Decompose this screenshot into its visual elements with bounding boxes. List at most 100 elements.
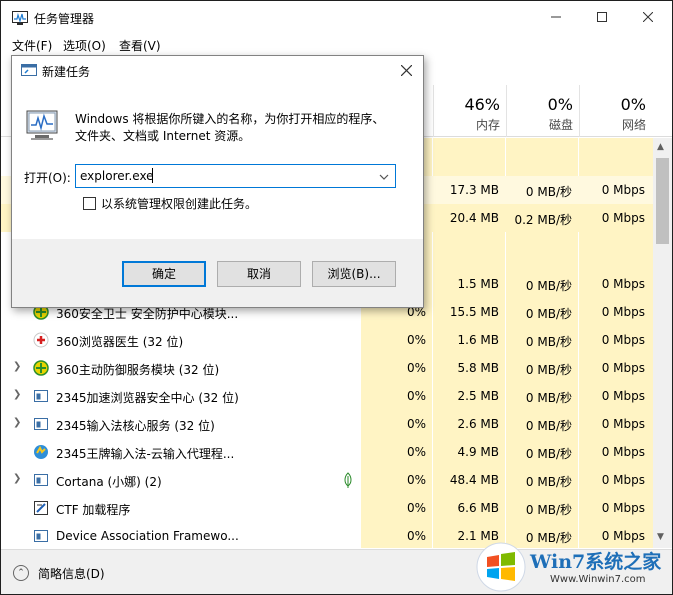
row-cpu: 0%: [406, 417, 426, 431]
col-memory[interactable]: 46% 内存: [433, 85, 506, 137]
row-memory: 1.6 MB: [457, 333, 499, 347]
minimize-button[interactable]: [533, 1, 579, 33]
watermark: Win7系统之家 Www.Winwin7.com: [475, 541, 671, 593]
row-network: 0 Mbps: [601, 501, 645, 515]
menu-view[interactable]: 查看(V): [119, 37, 161, 54]
process-name: 360浏览器医生 (32 位): [56, 335, 184, 349]
maximize-icon: [597, 12, 607, 22]
row-memory: 20.4 MB: [449, 211, 499, 225]
windows-logo-icon: [476, 542, 526, 592]
network-label: 网络: [621, 118, 646, 132]
row-cpu: 0%: [406, 445, 426, 459]
process-name: Device Association Framewo...: [56, 529, 239, 543]
row-disk: 0 MB/秒: [525, 447, 572, 461]
open-combobox[interactable]: [75, 164, 396, 188]
row-memory: 4.9 MB: [457, 445, 499, 459]
menu-bar: 文件(F) 选项(O) 查看(V): [1, 35, 672, 55]
row-cpu: 0%: [406, 333, 426, 347]
minimize-icon: [551, 16, 561, 18]
table-row[interactable]: CTF 加载程序 0% 6.6 MB 0 MB/秒 0 Mbps: [1, 494, 653, 522]
vertical-scrollbar[interactable]: ▲ ▼: [653, 138, 672, 548]
row-disk: 0 MB/秒: [525, 307, 572, 321]
fewer-details-link[interactable]: 简略信息(D): [38, 565, 105, 582]
close-icon: [643, 12, 653, 22]
dialog-title: 新建任务: [42, 65, 91, 79]
watermark-url: Www.Winwin7.com: [550, 574, 646, 585]
table-row[interactable]: ❯ Cortana (小娜) (2) 0% 48.4 MB 0 MB/秒 0 M…: [1, 466, 653, 494]
browser-doctor-icon: [33, 332, 49, 348]
process-name: 2345王牌输入法-云输入代理程...: [56, 447, 235, 461]
chevron-up-icon[interactable]: ⌃: [13, 565, 29, 581]
dialog-title-bar: 新建任务: [12, 56, 423, 85]
open-input[interactable]: [80, 168, 370, 184]
table-row[interactable]: ❯ 360主动防御服务模块 (32 位) 0% 5.8 MB 0 MB/秒 0 …: [1, 354, 653, 382]
dialog-close-button[interactable]: [394, 60, 418, 82]
process-name: 2345输入法核心服务 (32 位): [56, 419, 215, 433]
process-name: 360主动防御服务模块 (32 位): [56, 363, 220, 377]
expand-chevron-icon[interactable]: ❯: [13, 389, 21, 400]
memory-label: 内存: [475, 118, 500, 132]
table-row[interactable]: 2345王牌输入法-云输入代理程... 0% 4.9 MB 0 MB/秒 0 M…: [1, 438, 653, 466]
window-title: 任务管理器: [34, 12, 95, 26]
row-network: 0 Mbps: [601, 445, 645, 459]
row-network: 0 Mbps: [601, 389, 645, 403]
expand-chevron-icon[interactable]: ❯: [13, 417, 21, 428]
service-window-icon: [34, 474, 48, 486]
admin-privilege-checkbox[interactable]: [83, 197, 96, 210]
dialog-body: Windows 将根据你所键入的名称，为你打开相应的程序、 文件夹、文档或 In…: [12, 85, 423, 239]
chevron-down-icon[interactable]: [379, 172, 389, 182]
input-method-icon: [34, 445, 48, 459]
watermark-text: Win7系统之家: [530, 551, 662, 573]
browse-button[interactable]: 浏览(B)...: [312, 261, 396, 287]
row-network: 0 Mbps: [601, 211, 645, 225]
disk-label: 磁盘: [548, 118, 573, 132]
expand-chevron-icon[interactable]: ❯: [13, 473, 21, 484]
cancel-button[interactable]: 取消: [217, 261, 301, 287]
scroll-thumb[interactable]: [656, 158, 669, 244]
table-row[interactable]: 360浏览器医生 (32 位) 0% 1.6 MB 0 MB/秒 0 Mbps: [1, 326, 653, 354]
service-window-icon: [34, 390, 48, 402]
col-disk[interactable]: 0% 磁盘: [506, 85, 579, 137]
table-row[interactable]: ❯ 2345输入法核心服务 (32 位) 0% 2.6 MB 0 MB/秒 0 …: [1, 410, 653, 438]
ok-button[interactable]: 确定: [122, 261, 206, 287]
row-disk: 0 MB/秒: [525, 335, 572, 349]
service-window-icon: [34, 418, 48, 430]
admin-privilege-label[interactable]: 以系统管理权限创建此任务。: [101, 195, 257, 212]
row-disk: 0 MB/秒: [525, 363, 572, 377]
close-button[interactable]: [625, 1, 671, 33]
open-label: 打开(O):: [24, 171, 71, 185]
menu-options[interactable]: 选项(O): [63, 37, 106, 54]
row-cpu: 0%: [406, 473, 426, 487]
new-task-dialog: 新建任务 Windows 将根据你所键入的名称，为你打开相应的程序、 文件夹、文…: [11, 55, 424, 308]
row-network: 0 Mbps: [601, 417, 645, 431]
row-memory: 5.8 MB: [457, 361, 499, 375]
row-network: 0 Mbps: [601, 277, 645, 291]
row-network: 0 Mbps: [601, 361, 645, 375]
network-percent: 0%: [620, 95, 646, 114]
memory-percent: 46%: [464, 95, 500, 114]
row-memory: 1.5 MB: [457, 277, 499, 291]
expand-chevron-icon[interactable]: ❯: [13, 361, 21, 372]
row-memory: 15.5 MB: [449, 305, 499, 319]
scroll-up-icon[interactable]: ▲: [657, 142, 664, 152]
row-memory: 6.6 MB: [457, 501, 499, 515]
service-window-icon: [34, 530, 48, 542]
row-disk: 0 MB/秒: [525, 391, 572, 405]
row-cpu: 0%: [406, 529, 426, 543]
row-memory: 2.5 MB: [457, 389, 499, 403]
run-program-icon: [26, 110, 58, 140]
process-name: Cortana (小娜) (2): [56, 475, 162, 489]
table-row[interactable]: ❯ 2345加速浏览器安全中心 (32 位) 0% 2.5 MB 0 MB/秒 …: [1, 382, 653, 410]
process-name: 2345加速浏览器安全中心 (32 位): [56, 391, 239, 405]
row-cpu: 0%: [406, 501, 426, 515]
row-network: 0 Mbps: [601, 183, 645, 197]
row-memory: 17.3 MB: [449, 183, 499, 197]
suspended-leaf-icon: [344, 472, 352, 488]
maximize-button[interactable]: [579, 1, 625, 33]
row-memory: 2.6 MB: [457, 417, 499, 431]
run-dialog-icon: [21, 64, 37, 76]
menu-file[interactable]: 文件(F): [12, 37, 52, 54]
col-network[interactable]: 0% 网络: [579, 85, 652, 137]
row-disk: 0 MB/秒: [525, 279, 572, 293]
360-defense-icon: [33, 360, 49, 376]
